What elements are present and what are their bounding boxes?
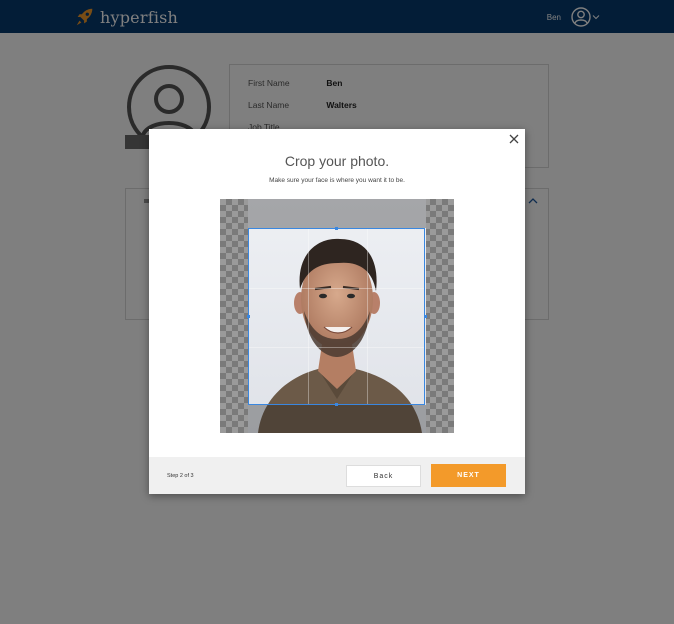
back-button[interactable]: Back [346,465,421,487]
crop-guide [367,229,368,404]
crop-canvas[interactable] [220,199,454,433]
crop-handle-top[interactable] [335,227,338,230]
crop-guide [249,347,424,348]
crop-photo-dialog: Crop your photo. Make sure your face is … [149,129,525,494]
close-icon[interactable] [508,133,520,145]
step-indicator: Step 2 of 3 [167,473,194,479]
crop-guide [308,229,309,404]
next-button[interactable]: NEXT [431,464,506,487]
dialog-subtitle: Make sure your face is where you want it… [269,177,405,184]
dialog-footer: Step 2 of 3 Back NEXT [149,457,525,494]
crop-selection-box[interactable] [248,228,425,405]
crop-guide [249,288,424,289]
crop-mask-top [248,199,426,228]
crop-handle-bottom[interactable] [335,403,338,406]
crop-mask-bottom [248,405,426,433]
crop-handle-right[interactable] [424,315,427,318]
dialog-title: Crop your photo. [284,153,390,169]
crop-handle-left[interactable] [247,315,250,318]
